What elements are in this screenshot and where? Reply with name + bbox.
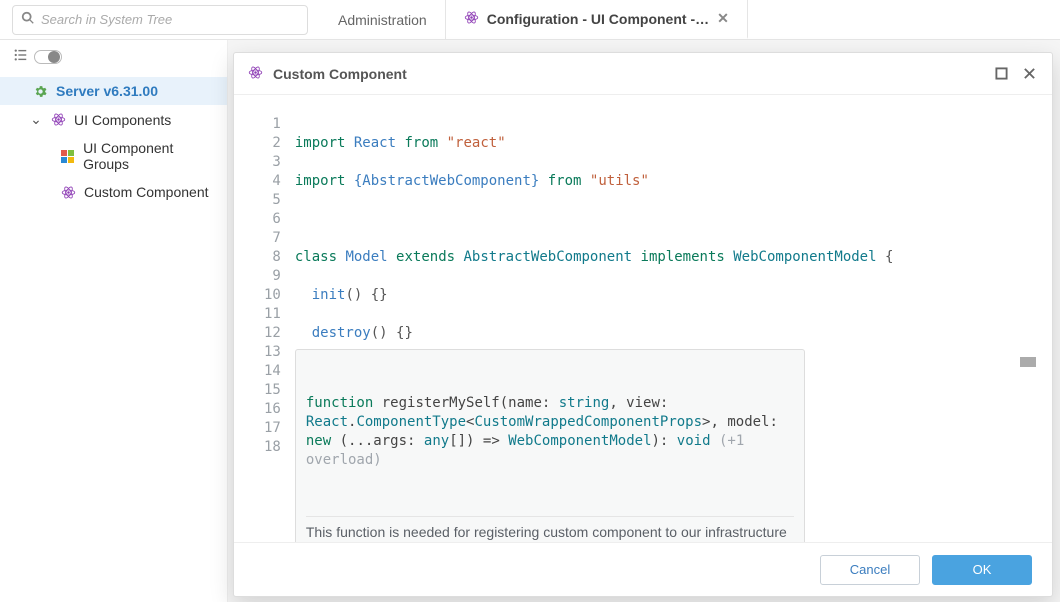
ok-button[interactable]: OK	[932, 555, 1032, 585]
sidebar: Server v6.31.00 ⌄ UI Components UI Compo…	[0, 40, 228, 602]
tree-label: Server v6.31.00	[56, 83, 158, 99]
system-tree: Server v6.31.00 ⌄ UI Components UI Compo…	[0, 73, 227, 206]
tab-administration[interactable]: Administration	[320, 0, 446, 39]
react-icon	[50, 112, 66, 128]
tree-label: Custom Component	[84, 184, 209, 200]
react-icon	[60, 184, 76, 200]
tree-node-server[interactable]: Server v6.31.00	[0, 77, 227, 105]
search-icon	[21, 11, 35, 28]
chevron-down-icon: ⌄	[30, 111, 42, 128]
cancel-button[interactable]: Cancel	[820, 555, 920, 585]
dialog-header: Custom Component	[234, 53, 1052, 95]
tab-label: Configuration - UI Component -…	[487, 11, 709, 27]
tree-label: UI Components	[74, 112, 171, 128]
tab-label: Administration	[338, 12, 427, 28]
react-icon	[248, 65, 263, 83]
react-icon	[464, 10, 479, 28]
list-icon	[14, 48, 28, 65]
code-area[interactable]: import React from "react" import {Abstra…	[295, 115, 1022, 542]
maximize-icon[interactable]	[992, 65, 1010, 83]
line-gutter: 123456789101112131415161718	[264, 115, 295, 542]
close-icon[interactable]	[1020, 65, 1038, 83]
tab-bar: Administration Configuration - UI Compon…	[320, 0, 1060, 39]
custom-component-dialog: Custom Component 12345678910111213141516…	[233, 52, 1053, 597]
gear-icon	[32, 83, 48, 99]
dialog-footer: Cancel OK	[234, 542, 1052, 596]
code-editor[interactable]: 123456789101112131415161718 import React…	[234, 95, 1052, 542]
view-toggle[interactable]	[34, 50, 62, 64]
top-bar: Administration Configuration - UI Compon…	[0, 0, 1060, 40]
groups-icon	[60, 148, 75, 164]
search-field[interactable]	[12, 5, 308, 35]
sidebar-toolbar	[0, 40, 227, 73]
search-box-wrap	[0, 0, 320, 39]
dialog-title: Custom Component	[273, 66, 982, 82]
tab-configuration[interactable]: Configuration - UI Component -… ✕	[446, 0, 748, 39]
tree-node-component-groups[interactable]: UI Component Groups	[0, 134, 227, 178]
tree-node-ui-components[interactable]: ⌄ UI Components	[0, 105, 227, 134]
signature-description: This function is needed for registering …	[306, 516, 794, 542]
tree-label: UI Component Groups	[83, 140, 215, 172]
scrollbar-marker[interactable]	[1020, 357, 1036, 367]
tree-node-custom-component[interactable]: Custom Component	[0, 178, 227, 206]
signature-text: function registerMySelf(name: string, vi…	[306, 394, 794, 470]
search-input[interactable]	[41, 12, 299, 27]
close-icon[interactable]: ✕	[717, 10, 729, 27]
signature-tooltip: function registerMySelf(name: string, vi…	[295, 349, 805, 542]
